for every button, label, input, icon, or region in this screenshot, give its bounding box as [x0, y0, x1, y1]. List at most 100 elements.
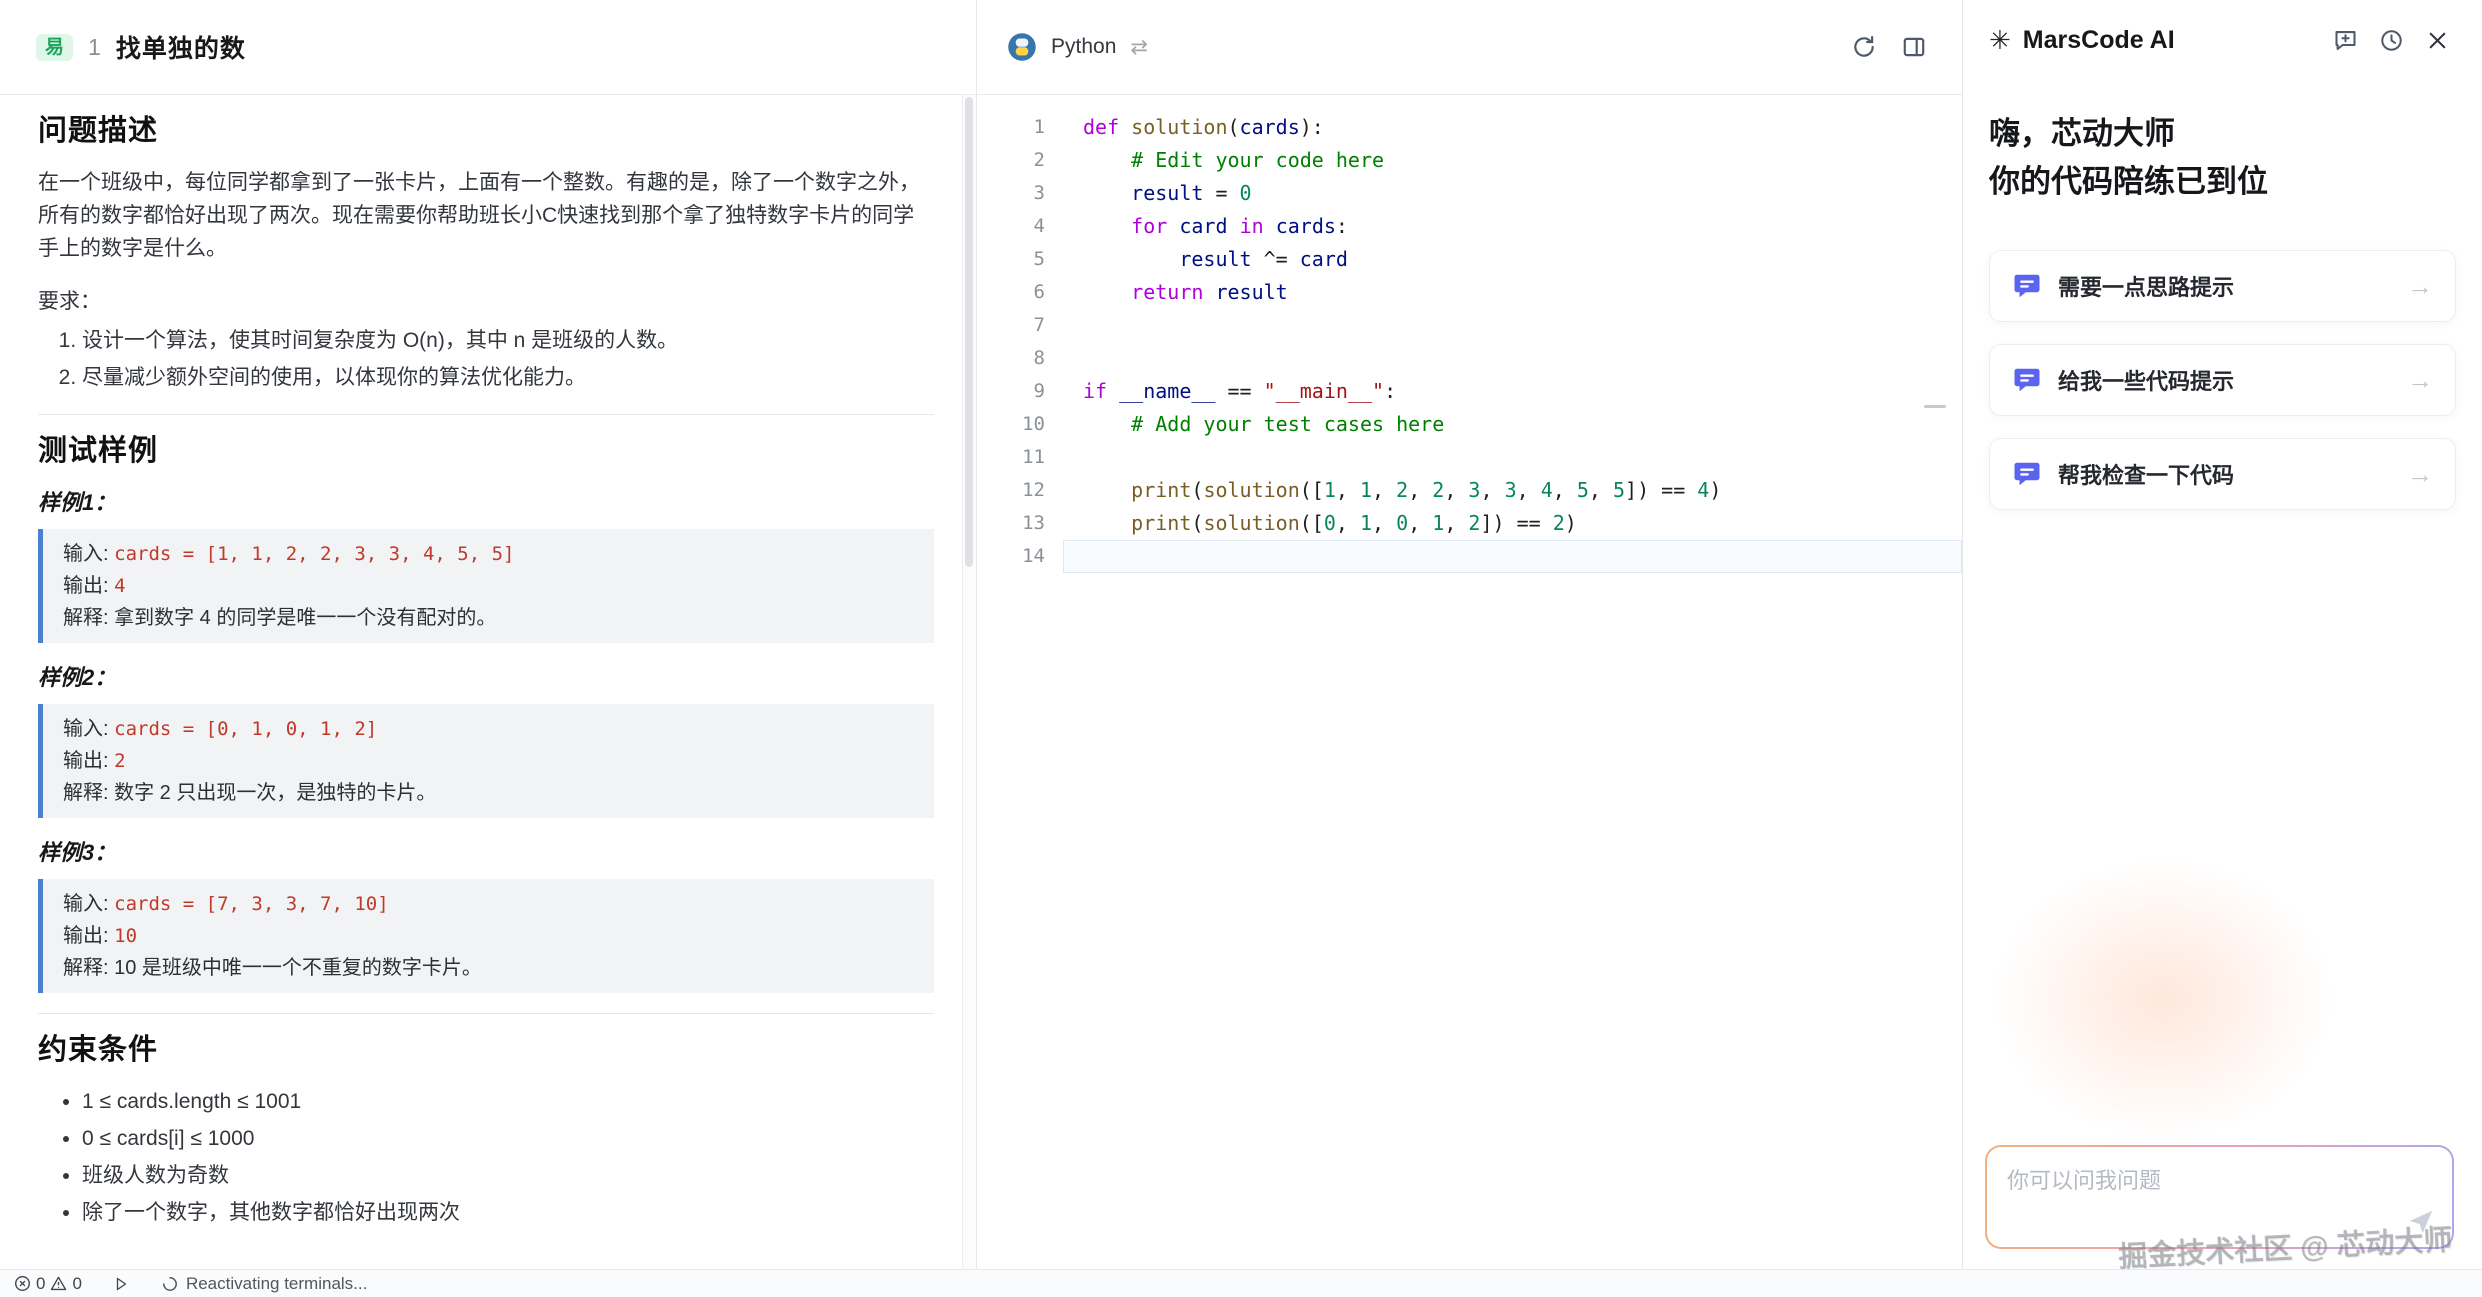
constraint-item: 班级人数为奇数	[82, 1159, 934, 1192]
new-chat-icon[interactable]	[2328, 23, 2362, 57]
warning-count: 0	[72, 1274, 81, 1294]
sample-row: 输入: cards = [0, 1, 0, 1, 2]	[63, 713, 914, 745]
line-number: 13	[977, 507, 1063, 540]
sample-row: 解释: 拿到数字 4 的同学是唯一一个没有配对的。	[63, 602, 914, 634]
layout-panel-icon[interactable]	[1896, 29, 1932, 65]
code-line[interactable]	[1063, 342, 1962, 375]
sample-label: 样例3：	[38, 836, 934, 869]
reset-code-button[interactable]	[1846, 29, 1882, 65]
sample-label: 样例1：	[38, 486, 934, 519]
code-editor[interactable]: 1234567891011121314 def solution(cards):…	[977, 95, 1962, 1269]
code-line[interactable]	[1063, 540, 1962, 573]
constraint-item: 除了一个数字，其他数字都恰好出现两次	[82, 1196, 934, 1229]
line-number: 2	[977, 144, 1063, 177]
sample-row-label: 输入:	[63, 543, 114, 565]
sample-row: 输出: 10	[63, 920, 914, 952]
sample-row-code: cards = [1, 1, 2, 2, 3, 3, 4, 5, 5]	[114, 543, 514, 565]
sample-row-label: 解释:	[63, 957, 114, 979]
decorative-glow	[1993, 859, 2333, 1139]
send-icon[interactable]	[2406, 1207, 2436, 1237]
warning-icon	[50, 1275, 67, 1292]
scrollbar-thumb[interactable]	[965, 97, 973, 567]
language-label: Python	[1051, 35, 1116, 59]
ai-suggestion-card[interactable]: 给我一些代码提示 →	[1989, 344, 2456, 416]
sample-row: 解释: 10 是班级中唯一一个不重复的数字卡片。	[63, 952, 914, 984]
divider	[38, 414, 934, 415]
error-icon	[14, 1275, 31, 1292]
code-line[interactable]: # Add your test cases here	[1063, 408, 1962, 441]
code-line[interactable]	[1063, 309, 1962, 342]
requirements-label: 要求：	[38, 285, 934, 318]
sample-block: 输入: cards = [7, 3, 3, 7, 10]输出: 10解释: 10…	[38, 879, 934, 993]
line-number: 12	[977, 474, 1063, 507]
problem-content: 问题描述 在一个班级中，每位同学都拿到了一张卡片，上面有一个整数。有趣的是，除了…	[0, 95, 962, 1269]
code-line[interactable]: print(solution([1, 1, 2, 2, 3, 3, 4, 5, …	[1063, 474, 1962, 507]
sample-row-text: 拿到数字 4 的同学是唯一一个没有配对的。	[114, 607, 496, 629]
sample-row-text: 数字 2 只出现一次，是独特的卡片。	[114, 782, 436, 804]
terminal-status: Reactivating terminals...	[162, 1274, 367, 1294]
ai-suggestion-label: 给我一些代码提示	[2058, 364, 2391, 396]
ai-suggestion-label: 帮我检查一下代码	[2058, 458, 2391, 490]
ai-suggestion-card[interactable]: 需要一点思路提示→	[1989, 250, 2456, 322]
code-line[interactable]	[1063, 441, 1962, 474]
chat-bubble-icon	[2012, 271, 2042, 301]
sample-row: 输出: 4	[63, 570, 914, 602]
line-number: 7	[977, 309, 1063, 342]
switch-language-icon[interactable]: ⇄	[1130, 35, 1148, 60]
sample-row-label: 解释:	[63, 607, 114, 629]
ai-panel: ✳ MarsCode AI 嗨，芯动大师 你的代码陪练已到位 需要一点思路提示→…	[1963, 0, 2482, 1269]
line-number: 10	[977, 408, 1063, 441]
terminal-status-text: Reactivating terminals...	[186, 1274, 367, 1294]
main-area: 易 1 找单独的数 问题描述 在一个班级中，每位同学都拿到了一张卡片，上面有一个…	[0, 0, 2482, 1269]
line-number: 1	[977, 111, 1063, 144]
run-icon[interactable]	[113, 1276, 129, 1292]
difficulty-badge: 易	[36, 34, 73, 61]
sample-block: 输入: cards = [0, 1, 0, 1, 2] 输出: 2解释: 数字 2…	[38, 704, 934, 818]
code-line[interactable]: for card in cards:	[1063, 210, 1962, 243]
chat-input-box	[1985, 1145, 2454, 1249]
ai-greeting-line2: 你的代码陪练已到位	[1989, 158, 2456, 206]
editor-header: Python ⇄	[977, 0, 1962, 95]
problem-panel: 易 1 找单独的数 问题描述 在一个班级中，每位同学都拿到了一张卡片，上面有一个…	[0, 0, 977, 1269]
ai-greeting-line1: 嗨，芯动大师	[1989, 110, 2456, 158]
marscode-logo-icon: ✳	[1989, 27, 2011, 53]
line-number: 3	[977, 177, 1063, 210]
section-heading-constraints: 约束条件	[38, 1034, 934, 1067]
arrow-right-icon: →	[2407, 365, 2433, 396]
code-line[interactable]: return result	[1063, 276, 1962, 309]
code-line[interactable]: # Edit your code here	[1063, 144, 1962, 177]
sample-row-label: 输出:	[63, 575, 114, 597]
line-number: 14	[977, 540, 1063, 573]
sample-row-label: 输出:	[63, 750, 114, 772]
problem-number: 1	[88, 34, 101, 61]
history-icon[interactable]	[2374, 23, 2408, 57]
editor-panel: Python ⇄ 1234567891011121314 def solutio…	[977, 0, 1963, 1269]
sample-row-code: 2	[114, 750, 125, 772]
code-line[interactable]: def solution(cards):	[1063, 111, 1962, 144]
problems-indicator[interactable]: 0 0	[14, 1274, 82, 1294]
constraints-list: 1 ≤ cards.length ≤ 10010 ≤ cards[i] ≤ 10…	[38, 1085, 934, 1229]
problem-description: 在一个班级中，每位同学都拿到了一张卡片，上面有一个整数。有趣的是，除了一个数字之…	[38, 166, 934, 265]
sample-row: 输入: cards = [7, 3, 3, 7, 10]	[63, 888, 914, 920]
ai-suggestion-card[interactable]: 帮我检查一下代码 →	[1989, 438, 2456, 510]
sample-row-code: cards = [7, 3, 3, 7, 10]	[114, 893, 389, 915]
sample-row: 输入: cards = [1, 1, 2, 2, 3, 3, 4, 5, 5]	[63, 538, 914, 570]
status-bar: 0 0 Reactivating terminals...	[0, 1269, 2482, 1297]
chat-input[interactable]	[1987, 1147, 2452, 1247]
code-line[interactable]: if __name__ == "__main__":	[1063, 375, 1962, 408]
arrow-right-icon: →	[2407, 459, 2433, 490]
line-number: 8	[977, 342, 1063, 375]
line-number: 9	[977, 375, 1063, 408]
sample-row-label: 解释:	[63, 782, 114, 804]
sample-row-label: 输入:	[63, 893, 114, 915]
code-line[interactable]: result = 0	[1063, 177, 1962, 210]
code-line[interactable]: print(solution([0, 1, 0, 1, 2]) == 2)	[1063, 507, 1962, 540]
code-line[interactable]: result ^= card	[1063, 243, 1962, 276]
error-count: 0	[36, 1274, 45, 1294]
sample-label: 样例2：	[38, 661, 934, 694]
close-icon[interactable]	[2420, 23, 2454, 57]
ai-suggestions: 需要一点思路提示→ 给我一些代码提示 → 帮我检查一下代码 →	[1963, 206, 2482, 510]
line-number: 11	[977, 441, 1063, 474]
sample-row-label: 输出:	[63, 925, 114, 947]
ai-greeting: 嗨，芯动大师 你的代码陪练已到位	[1963, 80, 2482, 206]
